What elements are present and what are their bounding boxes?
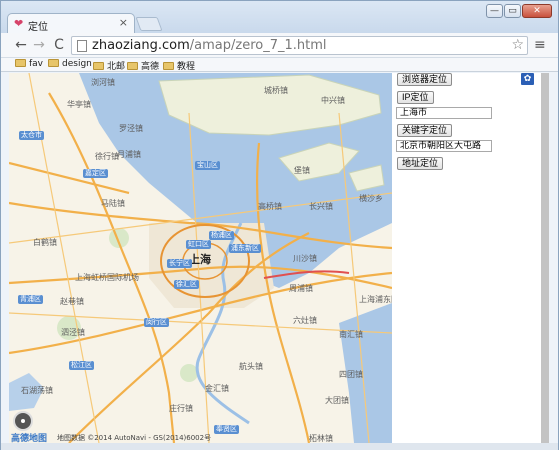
browser-window: ❤ 定位 × — ▭ ✕ ← → C zhaoziang.com/amap/ze…	[0, 0, 559, 450]
district-badge: 奉贤区	[214, 425, 239, 434]
location-panel: 浏览器定位 IP定位 上海市 关键字定位 北京市朝阳区大屯路 地址定位	[393, 73, 541, 443]
district-badge: 太仓市	[19, 131, 44, 140]
map-label: 华亭镇	[67, 100, 91, 109]
district-badge: 青浦区	[18, 295, 43, 304]
address-locate-button[interactable]: 地址定位	[397, 157, 444, 170]
page-icon	[77, 40, 87, 52]
map-label: 赵巷镇	[60, 297, 84, 306]
heart-favicon-icon: ❤	[14, 17, 24, 30]
bookmark-folder[interactable]: design	[48, 59, 92, 69]
browser-toolbar: ← → C zhaoziang.com/amap/zero_7_1.html ☆…	[1, 33, 558, 58]
district-badge: 虹口区	[186, 240, 211, 249]
folder-icon	[48, 59, 59, 67]
map-label: 徐行镇	[95, 152, 119, 161]
map-copyright: 地图数据 ©2014 AutoNavi - GS(2014)6002号	[57, 434, 212, 442]
map-view[interactable]: 浏河镇 城桥镇 中兴镇 华亭镇 罗泾镇 月浦镇 堡镇 长兴镇 嘉定区 宝山区 徐…	[9, 73, 392, 443]
menu-icon[interactable]: ≡	[534, 38, 546, 53]
map-label: 金汇镇	[205, 384, 229, 393]
bookmark-star-icon[interactable]: ☆	[511, 37, 524, 53]
map-label: 六灶镇	[293, 316, 317, 325]
reload-icon[interactable]: C	[51, 37, 67, 53]
map-label: 中兴镇	[321, 96, 345, 105]
map-label: 堡镇	[294, 166, 310, 175]
map-label: 航头镇	[239, 362, 263, 371]
close-window-button[interactable]: ✕	[522, 4, 552, 18]
city-input[interactable]: 上海市	[396, 107, 492, 119]
new-tab-button[interactable]	[135, 17, 163, 31]
map-label: 城桥镇	[264, 86, 288, 95]
district-badge: 宝山区	[195, 161, 220, 170]
back-icon[interactable]: ←	[13, 37, 29, 53]
folder-icon	[93, 62, 104, 70]
map-label: 白鹤镇	[33, 238, 57, 247]
map-label: 庄行镇	[169, 404, 193, 413]
map-compass-icon[interactable]	[13, 411, 33, 431]
map-label: 上海浦东国际机场	[359, 295, 392, 304]
vertical-scrollbar[interactable]	[541, 73, 549, 443]
paw-icon[interactable]: ✿	[521, 73, 534, 85]
url-text[interactable]: zhaoziang.com/amap/zero_7_1.html	[92, 38, 327, 53]
district-badge: 长宁区	[167, 259, 192, 268]
map-label: 大团镇	[325, 396, 349, 405]
browser-locate-button[interactable]: 浏览器定位	[397, 73, 453, 86]
map-label: 浏河镇	[91, 78, 115, 87]
map-label: 上海虹桥国际机场	[75, 273, 139, 282]
title-bar: ❤ 定位 × — ▭ ✕	[1, 1, 558, 34]
keyword-locate-button[interactable]: 关键字定位	[397, 124, 453, 137]
map-label: 马陆镇	[101, 199, 125, 208]
amap-logo: 高德地图	[11, 434, 48, 443]
map-label: 周浦镇	[289, 284, 313, 293]
map-label: 泗泾镇	[61, 328, 85, 337]
bookmark-folder[interactable]: 教程	[163, 59, 195, 72]
maximize-button[interactable]: ▭	[504, 4, 521, 18]
forward-icon[interactable]: →	[31, 37, 47, 53]
bookmark-folder[interactable]: 高德	[127, 59, 159, 72]
map-label: 南汇镇	[339, 330, 363, 339]
map-label: 四团镇	[339, 370, 363, 379]
district-badge: 嘉定区	[83, 169, 108, 178]
tab-close-icon[interactable]: ×	[119, 17, 128, 29]
folder-icon	[127, 62, 138, 70]
page-content: 浏河镇 城桥镇 中兴镇 华亭镇 罗泾镇 月浦镇 堡镇 长兴镇 嘉定区 宝山区 徐…	[9, 73, 549, 443]
map-label: 横沙乡	[359, 194, 383, 203]
bookmark-folder[interactable]: fav	[15, 59, 43, 69]
map-label: 川沙镇	[293, 254, 317, 263]
tab-location[interactable]: ❤ 定位 ×	[7, 13, 135, 34]
district-badge: 徐汇区	[174, 280, 199, 289]
folder-icon	[163, 62, 174, 70]
map-label: 石湖荡镇	[21, 386, 53, 395]
address-input[interactable]: 北京市朝阳区大屯路	[396, 140, 492, 152]
ip-locate-button[interactable]: IP定位	[397, 91, 434, 104]
tab-title: 定位	[28, 22, 48, 33]
bookmarks-bar: fav design 北邮 高德 教程	[1, 58, 558, 72]
address-bar[interactable]: zhaoziang.com/amap/zero_7_1.html ☆	[71, 36, 528, 55]
window-bottom-border	[1, 443, 558, 450]
map-label: 罗泾镇	[119, 124, 143, 133]
map-label: 柘林镇	[309, 434, 333, 443]
map-label: 长兴镇	[309, 202, 333, 211]
city-label: 上海	[189, 253, 211, 266]
district-badge: 浦东新区	[229, 244, 261, 253]
map-label: 高桥镇	[258, 202, 282, 211]
folder-icon	[15, 59, 26, 67]
district-badge: 松江区	[69, 361, 94, 370]
bookmark-folder[interactable]: 北邮	[93, 59, 125, 72]
district-badge: 闵行区	[144, 318, 169, 327]
district-badge: 杨浦区	[209, 231, 234, 240]
minimize-button[interactable]: —	[486, 4, 503, 18]
map-label: 月浦镇	[117, 150, 141, 159]
